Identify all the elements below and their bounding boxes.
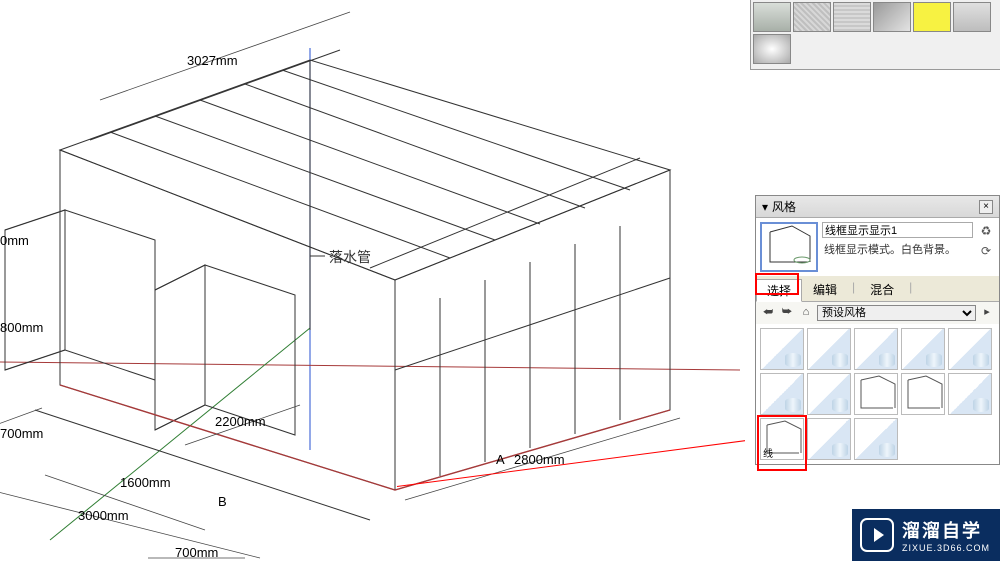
style-browser-toolbar: ⮨ ⮩ ⌂ 预设风格 ▸ — [756, 302, 999, 324]
style-sketch-2[interactable] — [854, 418, 898, 460]
annotation-downpipe: 落水管 — [329, 247, 371, 267]
mat-gray-diag[interactable] — [873, 2, 911, 32]
mat-gray-solid[interactable] — [953, 2, 991, 32]
update-style-icon[interactable]: ⟳ — [979, 244, 993, 258]
mat-noise2[interactable] — [833, 2, 871, 32]
styles-panel: ▾ 风格 × 线框显示模式。白色背景。 ♻ ⟳ 选择 编辑 | 混合 | ⮨ — [755, 195, 1000, 465]
tab-edit[interactable]: 编辑 — [802, 278, 848, 301]
styles-panel-header[interactable]: ▾ 风格 × — [756, 196, 999, 218]
3d-viewport[interactable]: 3027mm 0mm 800mm 700mm 1600mm 3000mm 700… — [0, 0, 745, 561]
style-shaded-5[interactable] — [948, 328, 992, 370]
style-shaded-1[interactable] — [760, 328, 804, 370]
mat-gray1[interactable] — [753, 2, 791, 32]
style-glass-2[interactable] — [807, 373, 851, 415]
watermark-url: ZIXUE.3D66.COM — [902, 543, 990, 553]
style-xray[interactable] — [948, 373, 992, 415]
dim-700b: 700mm — [175, 545, 218, 560]
styles-tabs: 选择 编辑 | 混合 | — [756, 276, 999, 302]
dim-700a: 700mm — [0, 426, 43, 441]
watermark-title: 溜溜自学 — [902, 517, 990, 543]
dim-1600: 1600mm — [120, 475, 171, 490]
preview-thumb-icon — [762, 224, 816, 270]
materials-grid — [751, 0, 1000, 66]
dim-800: 800mm — [0, 320, 43, 335]
style-hidden-2[interactable] — [901, 373, 945, 415]
style-glass-1[interactable] — [760, 373, 804, 415]
back-icon[interactable]: ⮨ — [760, 305, 776, 321]
mat-noise1[interactable] — [793, 2, 831, 32]
new-style-icon[interactable]: ♻ — [979, 224, 993, 238]
style-hidden-1[interactable] — [854, 373, 898, 415]
style-shaded-2[interactable] — [807, 328, 851, 370]
collapse-icon[interactable]: ▾ — [762, 200, 768, 214]
home-icon[interactable]: ⌂ — [798, 305, 814, 321]
materials-panel — [750, 0, 1000, 70]
details-icon[interactable]: ▸ — [979, 305, 995, 321]
mat-yellow[interactable] — [913, 2, 951, 32]
watermark: 溜溜自学 ZIXUE.3D66.COM — [852, 509, 1000, 561]
style-collection-select[interactable]: 预设风格 — [817, 305, 976, 321]
style-shaded-3[interactable] — [854, 328, 898, 370]
tab-select[interactable]: 选择 — [756, 279, 802, 302]
close-icon[interactable]: × — [979, 200, 993, 214]
dim-0-top: 0mm — [0, 233, 29, 248]
style-shaded-4[interactable] — [901, 328, 945, 370]
dim-2200: 2200mm — [215, 414, 266, 429]
forward-icon[interactable]: ⮩ — [779, 305, 795, 321]
dim-3000: 3000mm — [78, 508, 129, 523]
mat-silver[interactable] — [753, 34, 791, 64]
style-thumbnails: 线 — [756, 324, 999, 464]
tab-mix[interactable]: 混合 — [859, 278, 905, 301]
dim-3027: 3027mm — [187, 53, 238, 68]
section-b: B — [218, 494, 227, 509]
style-name-input[interactable] — [822, 222, 973, 238]
section-a: A — [496, 452, 505, 467]
styles-panel-title: 风格 — [772, 198, 796, 215]
style-description: 线框显示模式。白色背景。 — [822, 240, 973, 258]
play-icon — [860, 518, 894, 552]
current-style-preview[interactable] — [760, 222, 818, 272]
style-wireframe[interactable]: 线 — [760, 418, 804, 460]
style-sketch-1[interactable] — [807, 418, 851, 460]
model-wireframe — [0, 0, 745, 561]
